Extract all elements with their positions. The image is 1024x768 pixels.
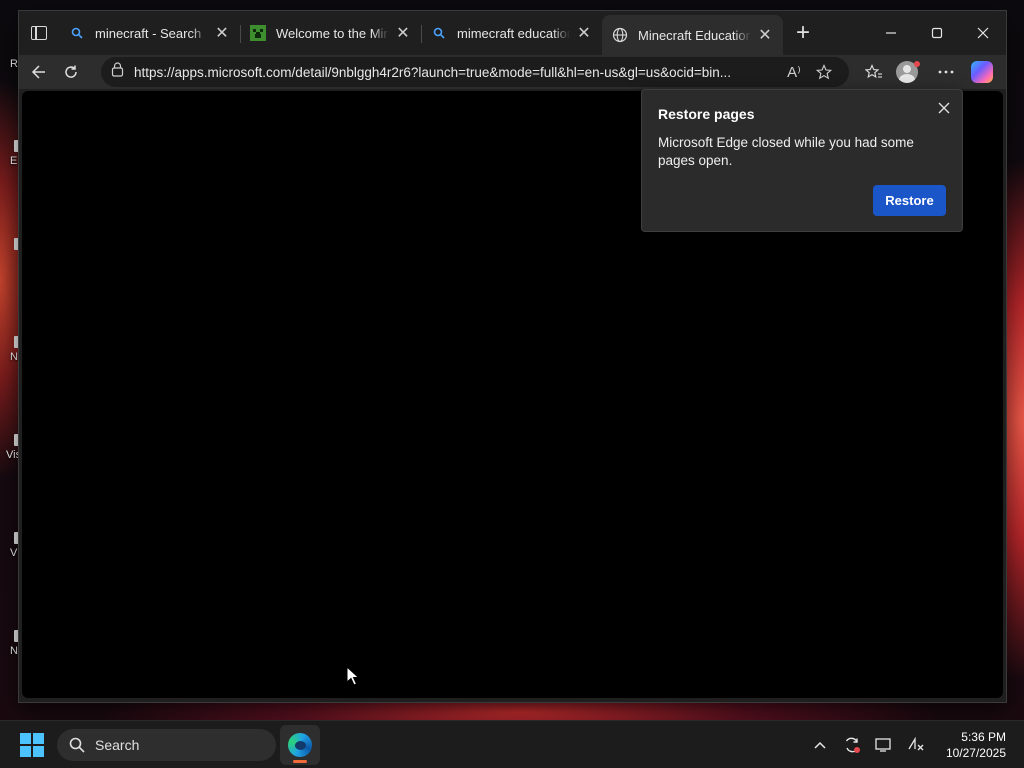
globe-icon [612,27,628,43]
copilot-button[interactable] [964,56,1000,88]
read-aloud-icon[interactable]: A⁾ [779,59,809,85]
close-tab-icon[interactable]: ✕ [393,23,413,43]
notification-dot-icon [914,61,920,67]
running-indicator [293,760,307,763]
minecraft-icon [250,25,266,41]
url-text[interactable]: https://apps.microsoft.com/detail/9nblgg… [134,65,779,80]
tab-minecraft-search[interactable]: minecraft - Search ✕ [59,17,240,49]
tab-title: Minecraft Education - [638,27,751,43]
restore-pages-popup: Restore pages Microsoft Edge closed whil… [641,89,963,232]
taskbar-app-edge[interactable] [280,725,320,765]
clock-time: 5:36 PM [961,730,1006,744]
tab-mimecraft-education[interactable]: mimecraft education c ✕ [421,17,602,49]
favorite-star-icon[interactable] [809,59,839,85]
search-icon [69,737,85,753]
browser-toolbar: https://apps.microsoft.com/detail/9nblgg… [19,55,1006,89]
start-button[interactable] [20,733,44,757]
window-controls [868,11,1006,55]
taskbar: Search 5:36 PM 10/27/2025 [0,720,1024,768]
popup-message: Microsoft Edge closed while you had some… [658,135,914,168]
more-options-icon[interactable] [928,56,964,88]
tab-actions-icon [31,26,47,40]
desktop-icon-label: N [10,645,18,657]
display-icon[interactable] [868,733,900,757]
address-bar[interactable]: https://apps.microsoft.com/detail/9nblgg… [101,57,849,87]
search-icon [431,25,447,41]
popup-title: Restore pages [658,106,755,122]
desktop-icon-label: V [10,547,18,559]
lock-icon[interactable] [111,62,124,82]
system-tray [804,733,932,757]
tab-welcome-minecraft[interactable]: Welcome to the Minecraft ✕ [240,17,421,49]
minimize-icon[interactable] [868,11,914,55]
search-placeholder: Search [95,737,140,753]
sync-icon[interactable] [836,733,868,757]
back-icon[interactable] [23,56,55,88]
tab-title: mimecraft education c [457,25,570,41]
toolbar-right [856,56,1000,88]
close-window-icon[interactable] [960,11,1006,55]
close-tab-icon[interactable]: ✕ [212,23,232,43]
close-icon[interactable] [932,96,956,120]
network-disconnected-icon[interactable] [900,733,932,757]
close-tab-icon[interactable]: ✕ [574,23,594,43]
taskbar-search-box[interactable]: Search [57,729,276,761]
refresh-icon[interactable] [55,56,87,88]
close-tab-icon[interactable]: ✕ [755,25,775,45]
tab-title: minecraft - Search [95,25,202,41]
desktop-icon-label: N [10,351,18,363]
chevron-up-icon[interactable] [804,733,836,757]
browser-window: minecraft - Search ✕ Welcome to the Mine… [18,10,1007,703]
restore-button[interactable]: Restore [873,185,946,216]
mouse-cursor-icon [346,666,360,686]
desktop-icon-label: E [10,155,18,167]
tab-minecraft-education[interactable]: Minecraft Education - ✕ [602,15,783,55]
tab-strip: minecraft - Search ✕ Welcome to the Mine… [19,11,1006,55]
clock-date: 10/27/2025 [945,746,1006,760]
maximize-icon[interactable] [914,11,960,55]
tab-title: Welcome to the Minecraft [276,25,389,41]
profile-button[interactable] [892,56,928,88]
edge-icon [288,733,312,757]
favorites-icon[interactable] [856,56,892,88]
new-tab-button[interactable]: + [785,15,821,51]
clock[interactable]: 5:36 PM 10/27/2025 [946,729,1006,761]
tab-actions-button[interactable] [19,11,59,55]
windows-logo-icon [20,733,31,744]
desktop-icon-label: R [10,58,18,70]
copilot-icon [971,61,993,83]
search-icon [69,25,85,41]
